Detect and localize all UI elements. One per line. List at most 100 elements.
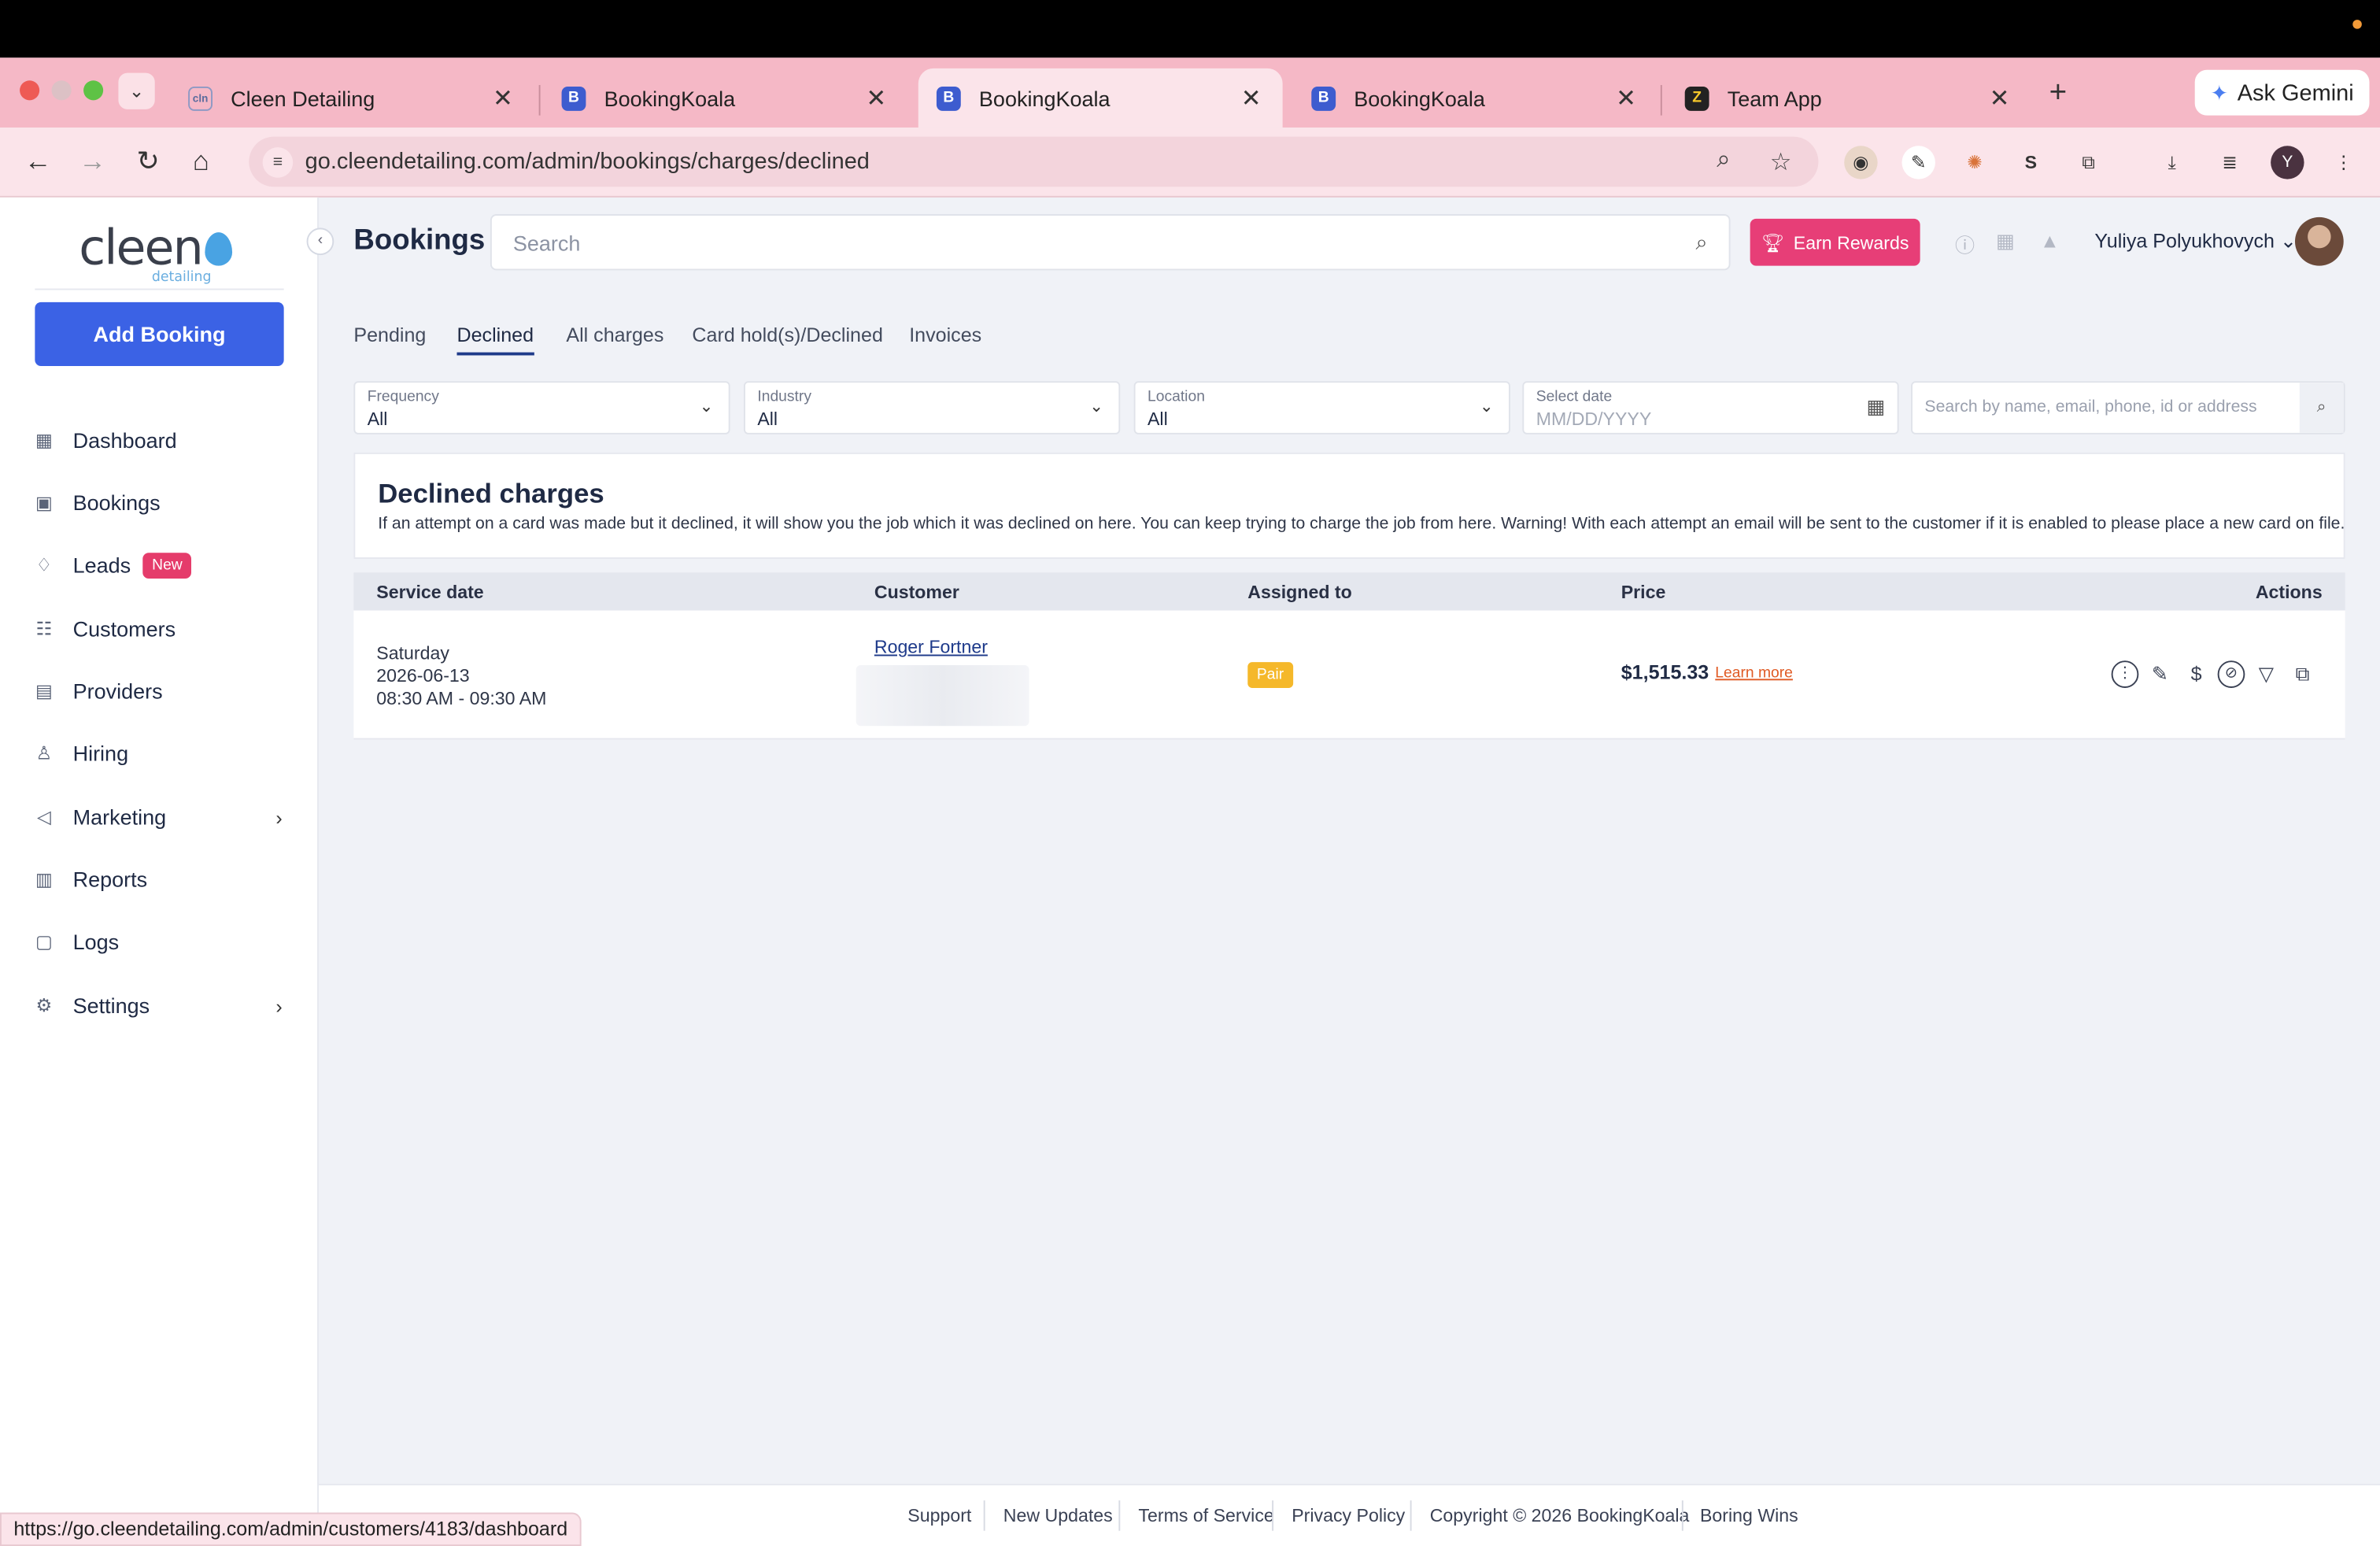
- minimize-window-icon[interactable]: [51, 80, 72, 101]
- date-picker[interactable]: Select date MM/DD/YYYY ▦: [1522, 381, 1899, 435]
- extension-pen-icon[interactable]: ✎: [1901, 146, 1935, 179]
- global-search-input[interactable]: [512, 231, 1667, 256]
- address-bar[interactable]: ≡ go.cleendetailing.com/admin/bookings/c…: [249, 136, 1819, 187]
- service-date: 2026-06-13: [376, 665, 470, 687]
- extension-s-icon[interactable]: S: [2014, 146, 2047, 179]
- no-charge-icon[interactable]: ⊘: [2217, 660, 2245, 688]
- bookmark-star-icon[interactable]: ☆: [1770, 147, 1792, 178]
- profile-avatar[interactable]: Y: [2271, 146, 2304, 179]
- edit-pencil-icon[interactable]: ✎: [2146, 660, 2174, 688]
- close-tab-icon[interactable]: ✕: [1990, 83, 2010, 113]
- tab-title: Team App: [1727, 86, 1822, 110]
- user-menu[interactable]: Yuliya Polyukhovych ⌄: [2094, 229, 2297, 253]
- sidebar-item-logs[interactable]: ▢ Logs: [33, 923, 288, 960]
- add-booking-button[interactable]: Add Booking: [35, 301, 284, 366]
- water-drop-icon: [205, 232, 233, 266]
- sidebar-item-label: Leads: [72, 553, 131, 578]
- bookings-search-input[interactable]: [1924, 398, 2289, 416]
- store-icon[interactable]: ▦: [1996, 229, 2015, 253]
- search-icon[interactable]: ⌕: [1696, 229, 1708, 255]
- media-control-icon[interactable]: ≣: [2213, 146, 2246, 179]
- close-tab-icon[interactable]: ✕: [493, 83, 513, 113]
- more-options-icon[interactable]: ⋮: [2111, 660, 2139, 688]
- industry-select[interactable]: Industry All ⌄: [743, 381, 1121, 435]
- sidebar-item-bookings[interactable]: ▣ Bookings: [33, 484, 288, 520]
- browser-tab-5[interactable]: Z Team App ✕: [1667, 68, 2031, 128]
- cleen-logo[interactable]: cleen detailing: [79, 219, 233, 286]
- notification-bell-icon[interactable]: ▲: [2040, 229, 2060, 252]
- footer-link-support[interactable]: Support: [907, 1505, 971, 1526]
- browser-menu-icon[interactable]: ⋮: [2326, 146, 2360, 179]
- extension-face-icon[interactable]: ◉: [1844, 146, 1878, 179]
- sidebar-item-reports[interactable]: ▥ Reports: [33, 861, 288, 897]
- sidebar-item-customers[interactable]: ☷ Customers: [33, 611, 288, 647]
- footer-link-updates[interactable]: New Updates: [1003, 1505, 1113, 1526]
- browser-toolbar: ← → ↻ ⌂ ≡ go.cleendetailing.com/admin/bo…: [0, 128, 2380, 198]
- user-avatar[interactable]: [2294, 216, 2344, 266]
- tab-invoices[interactable]: Invoices: [909, 324, 981, 346]
- service-day: Saturday: [376, 642, 449, 664]
- gemini-sparkle-icon: ✦: [2210, 80, 2229, 105]
- earn-rewards-button[interactable]: 🏆︎ Earn Rewards: [1750, 218, 1920, 266]
- home-icon[interactable]: ⌂: [193, 146, 209, 178]
- location-label: Location: [1147, 388, 1205, 406]
- browser-tab-1[interactable]: cln Cleen Detailing ✕: [170, 68, 534, 128]
- sidebar-item-leads[interactable]: ♢ Leads New: [33, 547, 288, 583]
- new-tab-plus-icon[interactable]: +: [2049, 76, 2068, 110]
- footer-divider: [1410, 1500, 1412, 1531]
- filter-icon[interactable]: ▽: [2252, 660, 2280, 688]
- sidebar-item-marketing[interactable]: ◁ Marketing ›: [33, 799, 288, 835]
- sidebar-item-label: Reports: [72, 867, 148, 892]
- chevron-down-icon: ⌄: [1089, 398, 1104, 416]
- customer-link[interactable]: Roger Fortner: [874, 636, 988, 657]
- ask-gemini-button[interactable]: ✦ Ask Gemini: [2194, 69, 2370, 116]
- frequency-select[interactable]: Frequency All ⌄: [353, 381, 730, 435]
- close-tab-icon[interactable]: ✕: [1241, 83, 1262, 113]
- reload-icon[interactable]: ↻: [137, 146, 160, 178]
- charge-dollar-icon[interactable]: $: [2182, 660, 2210, 688]
- page-title: Bookings: [353, 224, 486, 257]
- maximize-window-icon[interactable]: [83, 80, 104, 101]
- zoom-icon[interactable]: ⌕: [1717, 147, 1730, 175]
- tab-all-charges[interactable]: All charges: [566, 324, 663, 346]
- sidebar-item-settings[interactable]: ⚙ Settings ›: [33, 987, 288, 1023]
- close-tab-icon[interactable]: ✕: [1616, 83, 1636, 113]
- assigned-badge: Pair: [1247, 662, 1293, 688]
- forward-arrow-icon[interactable]: →: [79, 146, 106, 178]
- close-window-icon[interactable]: [20, 80, 40, 101]
- chevron-down-icon: ⌄: [699, 398, 714, 416]
- location-select[interactable]: Location All ⌄: [1133, 381, 1510, 435]
- sidebar-item-label: Hiring: [72, 741, 129, 766]
- info-icon[interactable]: ⓘ: [1955, 229, 1975, 258]
- extensions-puzzle-icon[interactable]: ⧉: [2071, 146, 2105, 179]
- close-tab-icon[interactable]: ✕: [866, 83, 886, 113]
- back-arrow-icon[interactable]: ←: [24, 146, 52, 178]
- bookingkoala-icon: B: [936, 86, 961, 110]
- megaphone-icon: ◁: [37, 806, 51, 828]
- footer-link-terms[interactable]: Terms of Service: [1138, 1505, 1273, 1526]
- download-icon[interactable]: ⤓: [2156, 146, 2189, 179]
- browser-tab-4[interactable]: B BookingKoala ✕: [1293, 68, 1658, 128]
- site-settings-icon[interactable]: ≡: [262, 147, 294, 178]
- sidebar-item-providers[interactable]: ▤ Providers: [33, 673, 288, 709]
- sidebar-item-dashboard[interactable]: ▦ Dashboard: [33, 422, 288, 458]
- tab-declined[interactable]: Declined: [456, 324, 534, 356]
- tab-card-holds-declined[interactable]: Card hold(s)/Declined: [692, 324, 882, 346]
- open-external-icon[interactable]: ⧉: [2289, 660, 2316, 688]
- collapse-sidebar-chevron-icon[interactable]: ‹: [306, 227, 334, 256]
- tab-search-chevron-icon[interactable]: ⌄: [118, 72, 155, 109]
- footer-link-privacy[interactable]: Privacy Policy: [1292, 1505, 1405, 1526]
- browser-tab-2[interactable]: B BookingKoala ✕: [543, 68, 907, 128]
- tab-title: BookingKoala: [1354, 86, 1485, 110]
- tab-pending[interactable]: Pending: [353, 324, 426, 346]
- search-icon[interactable]: ⌕: [2299, 383, 2344, 433]
- sidebar-item-hiring[interactable]: ♙ Hiring: [33, 735, 288, 771]
- section-title: Declined charges: [378, 478, 604, 509]
- extension-claude-icon[interactable]: ✺: [1958, 146, 1991, 179]
- footer-link-boring-wins[interactable]: Boring Wins: [1700, 1505, 1798, 1526]
- learn-more-link[interactable]: Learn more: [1715, 665, 1793, 682]
- frequency-value: All: [367, 408, 388, 430]
- address-url[interactable]: go.cleendetailing.com/admin/bookings/cha…: [305, 149, 870, 175]
- calendar-icon[interactable]: ▦: [1867, 395, 1886, 420]
- browser-tab-3-active[interactable]: B BookingKoala ✕: [918, 68, 1283, 128]
